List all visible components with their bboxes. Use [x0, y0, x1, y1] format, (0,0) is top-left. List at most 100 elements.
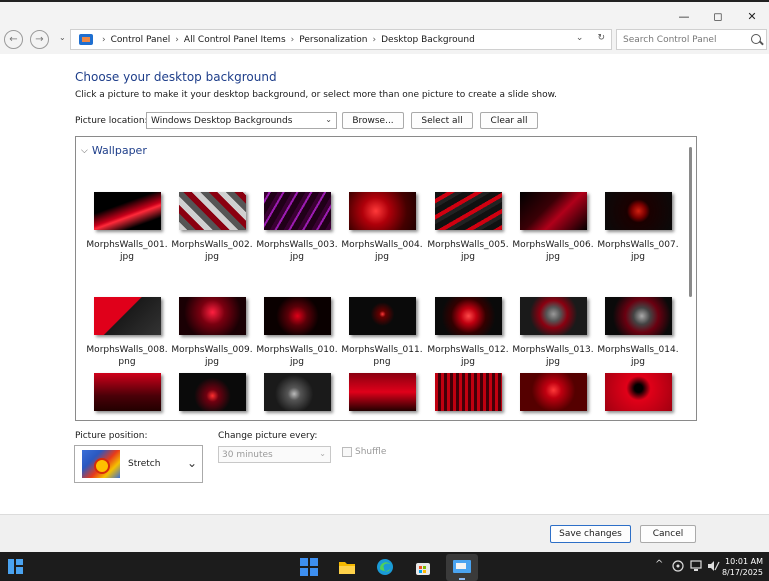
control-panel-icon: [453, 560, 471, 580]
wallpaper-item[interactable]: MorphsWalls_015: [86, 373, 168, 421]
wallpaper-thumbnail[interactable]: [434, 192, 502, 230]
wallpaper-item[interactable]: MorphsWalls_004.jpg: [341, 192, 423, 263]
chevron-down-icon: ⌄: [186, 456, 197, 470]
page-instructions: Click a picture to make it your desktop …: [75, 90, 558, 100]
select-all-button[interactable]: Select all: [411, 112, 473, 129]
search-placeholder: Search Control Panel: [623, 34, 717, 45]
save-changes-button[interactable]: Save changes: [550, 525, 631, 543]
wallpaper-filename: MorphsWalls_005.jpg: [427, 240, 509, 262]
wallpaper-filename: MorphsWalls_015: [86, 420, 168, 421]
forward-button[interactable]: →: [30, 30, 49, 49]
volume-muted-icon[interactable]: [707, 560, 720, 575]
wallpaper-item[interactable]: MorphsWalls_006.jpg: [512, 192, 594, 263]
store-icon[interactable]: [414, 558, 432, 576]
wallpaper-item[interactable]: MorphsWalls_016: [171, 373, 253, 420]
search-input[interactable]: Search Control Panel: [616, 29, 767, 50]
wallpaper-item[interactable]: MorphsWalls_007.jpg: [597, 192, 679, 263]
wallpaper-item[interactable]: MorphsWalls_002.jpg: [171, 192, 253, 263]
breadcrumb-control-panel[interactable]: Control Panel: [111, 35, 171, 45]
wallpaper-thumbnail[interactable]: [93, 192, 161, 230]
checkbox-box[interactable]: [342, 447, 352, 457]
minimize-button[interactable]: —: [667, 6, 701, 26]
close-button[interactable]: ✕: [735, 6, 769, 26]
wallpaper-thumbnail[interactable]: [178, 192, 246, 230]
maximize-icon: ◻: [713, 9, 723, 23]
wallpaper-thumbnail[interactable]: [604, 373, 672, 411]
search-icon[interactable]: [751, 34, 761, 44]
maximize-button[interactable]: ◻: [701, 6, 735, 26]
wallpaper-item[interactable]: MorphsWalls_019: [427, 373, 509, 420]
wallpaper-thumbnail[interactable]: [519, 297, 587, 335]
refresh-icon[interactable]: ↻: [597, 33, 605, 43]
wallpaper-thumbnail[interactable]: [434, 373, 502, 411]
wallpaper-thumbnail[interactable]: [263, 192, 331, 230]
wallpaper-item[interactable]: MorphsWalls_005.jpg: [427, 192, 509, 263]
address-bar[interactable]: › Control Panel › All Control Panel Item…: [70, 29, 612, 50]
wallpaper-thumbnail[interactable]: [178, 297, 246, 335]
history-chevron-icon[interactable]: ⌄: [576, 33, 584, 43]
wallpaper-item[interactable]: MorphsWalls_021: [597, 373, 679, 420]
browse-button[interactable]: Browse...: [342, 112, 404, 129]
wallpaper-thumbnail[interactable]: [604, 192, 672, 230]
wallpaper-thumbnail[interactable]: [348, 297, 416, 335]
control-panel-taskbar-button[interactable]: [446, 554, 478, 581]
wallpaper-thumbnail[interactable]: [263, 297, 331, 335]
wallpaper-item[interactable]: MorphsWalls_020: [512, 373, 594, 420]
dialog-footer: Save changes Cancel: [0, 514, 769, 552]
wallpaper-item[interactable]: MorphsWalls_008.png: [86, 297, 168, 368]
task-view-icon[interactable]: [8, 559, 23, 574]
change-picture-label: Change picture every:: [218, 431, 318, 441]
wallpaper-thumbnail[interactable]: [263, 373, 331, 411]
wallpaper-thumbnail[interactable]: [93, 297, 161, 335]
gallery-scrollbar[interactable]: [689, 147, 692, 297]
wallpaper-item[interactable]: MorphsWalls_014.jpg: [597, 297, 679, 368]
page-title: Choose your desktop background: [75, 70, 277, 84]
wallpaper-item[interactable]: MorphsWalls_017: [256, 373, 338, 421]
wallpaper-filename: MorphsWalls_004.jpg: [341, 240, 423, 262]
wallpaper-item[interactable]: MorphsWalls_003.jpg: [256, 192, 338, 263]
wallpaper-item[interactable]: MorphsWalls_009.jpg: [171, 297, 253, 368]
cancel-button[interactable]: Cancel: [640, 525, 696, 543]
file-explorer-icon[interactable]: [338, 558, 356, 576]
network-icon[interactable]: [690, 560, 702, 575]
wallpaper-thumbnail[interactable]: [604, 297, 672, 335]
wallpaper-filename: MorphsWalls_006.jpg: [512, 240, 594, 262]
wallpaper-thumbnail[interactable]: [348, 192, 416, 230]
tray-status-icon[interactable]: [672, 560, 684, 575]
breadcrumb-desktop-background[interactable]: Desktop Background: [381, 35, 475, 45]
change-interval-select[interactable]: 30 minutes ⌄: [218, 446, 331, 463]
wallpaper-thumbnail[interactable]: [519, 192, 587, 230]
wallpaper-thumbnail[interactable]: [519, 373, 587, 411]
wallpaper-filename: MorphsWalls_007.jpg: [597, 240, 679, 262]
position-preview-image: [82, 450, 120, 478]
taskbar-clock[interactable]: 10:01 AM 8/17/2025: [722, 556, 763, 578]
picture-position-select[interactable]: Stretch ⌄: [74, 445, 203, 483]
wallpaper-item[interactable]: MorphsWalls_011.png: [341, 297, 423, 368]
wallpaper-item[interactable]: MorphsWalls_012.jpg: [427, 297, 509, 368]
shuffle-checkbox[interactable]: Shuffle: [342, 447, 386, 457]
recent-locations-button[interactable]: ⌄: [59, 33, 66, 42]
wallpaper-item[interactable]: MorphsWalls_001.jpg: [86, 192, 168, 263]
wallpaper-thumbnail[interactable]: [434, 297, 502, 335]
wallpaper-thumbnail[interactable]: [93, 373, 161, 411]
back-arrow-icon: ←: [9, 34, 18, 45]
shuffle-label: Shuffle: [355, 447, 387, 457]
wallpaper-item[interactable]: MorphsWalls_018: [341, 373, 423, 420]
tray-overflow-icon[interactable]: ^: [655, 559, 663, 570]
wallpaper-thumbnail[interactable]: [178, 373, 246, 411]
wallpaper-item[interactable]: MorphsWalls_013.jpg: [512, 297, 594, 368]
breadcrumb-all-items[interactable]: All Control Panel Items: [184, 35, 286, 45]
breadcrumb-personalization[interactable]: Personalization: [299, 35, 367, 45]
start-icon[interactable]: [300, 558, 318, 576]
change-interval-value: 30 minutes: [222, 449, 273, 460]
wallpaper-filename: MorphsWalls_017: [256, 420, 338, 421]
edge-browser-icon[interactable]: [376, 558, 394, 576]
wallpaper-thumbnail[interactable]: [348, 373, 416, 411]
wallpaper-gallery[interactable]: ⌵ Wallpaper MorphsWalls_001.jpg MorphsWal…: [75, 136, 697, 421]
clear-all-button[interactable]: Clear all: [480, 112, 538, 129]
taskbar: ^ 10:01 AM 8/17/2025: [0, 552, 769, 581]
wallpaper-group-header[interactable]: ⌵ Wallpaper: [81, 144, 147, 157]
wallpaper-item[interactable]: MorphsWalls_010.jpg: [256, 297, 338, 368]
back-button[interactable]: ←: [4, 30, 23, 49]
picture-location-select[interactable]: Windows Desktop Backgrounds ⌄: [146, 112, 337, 129]
